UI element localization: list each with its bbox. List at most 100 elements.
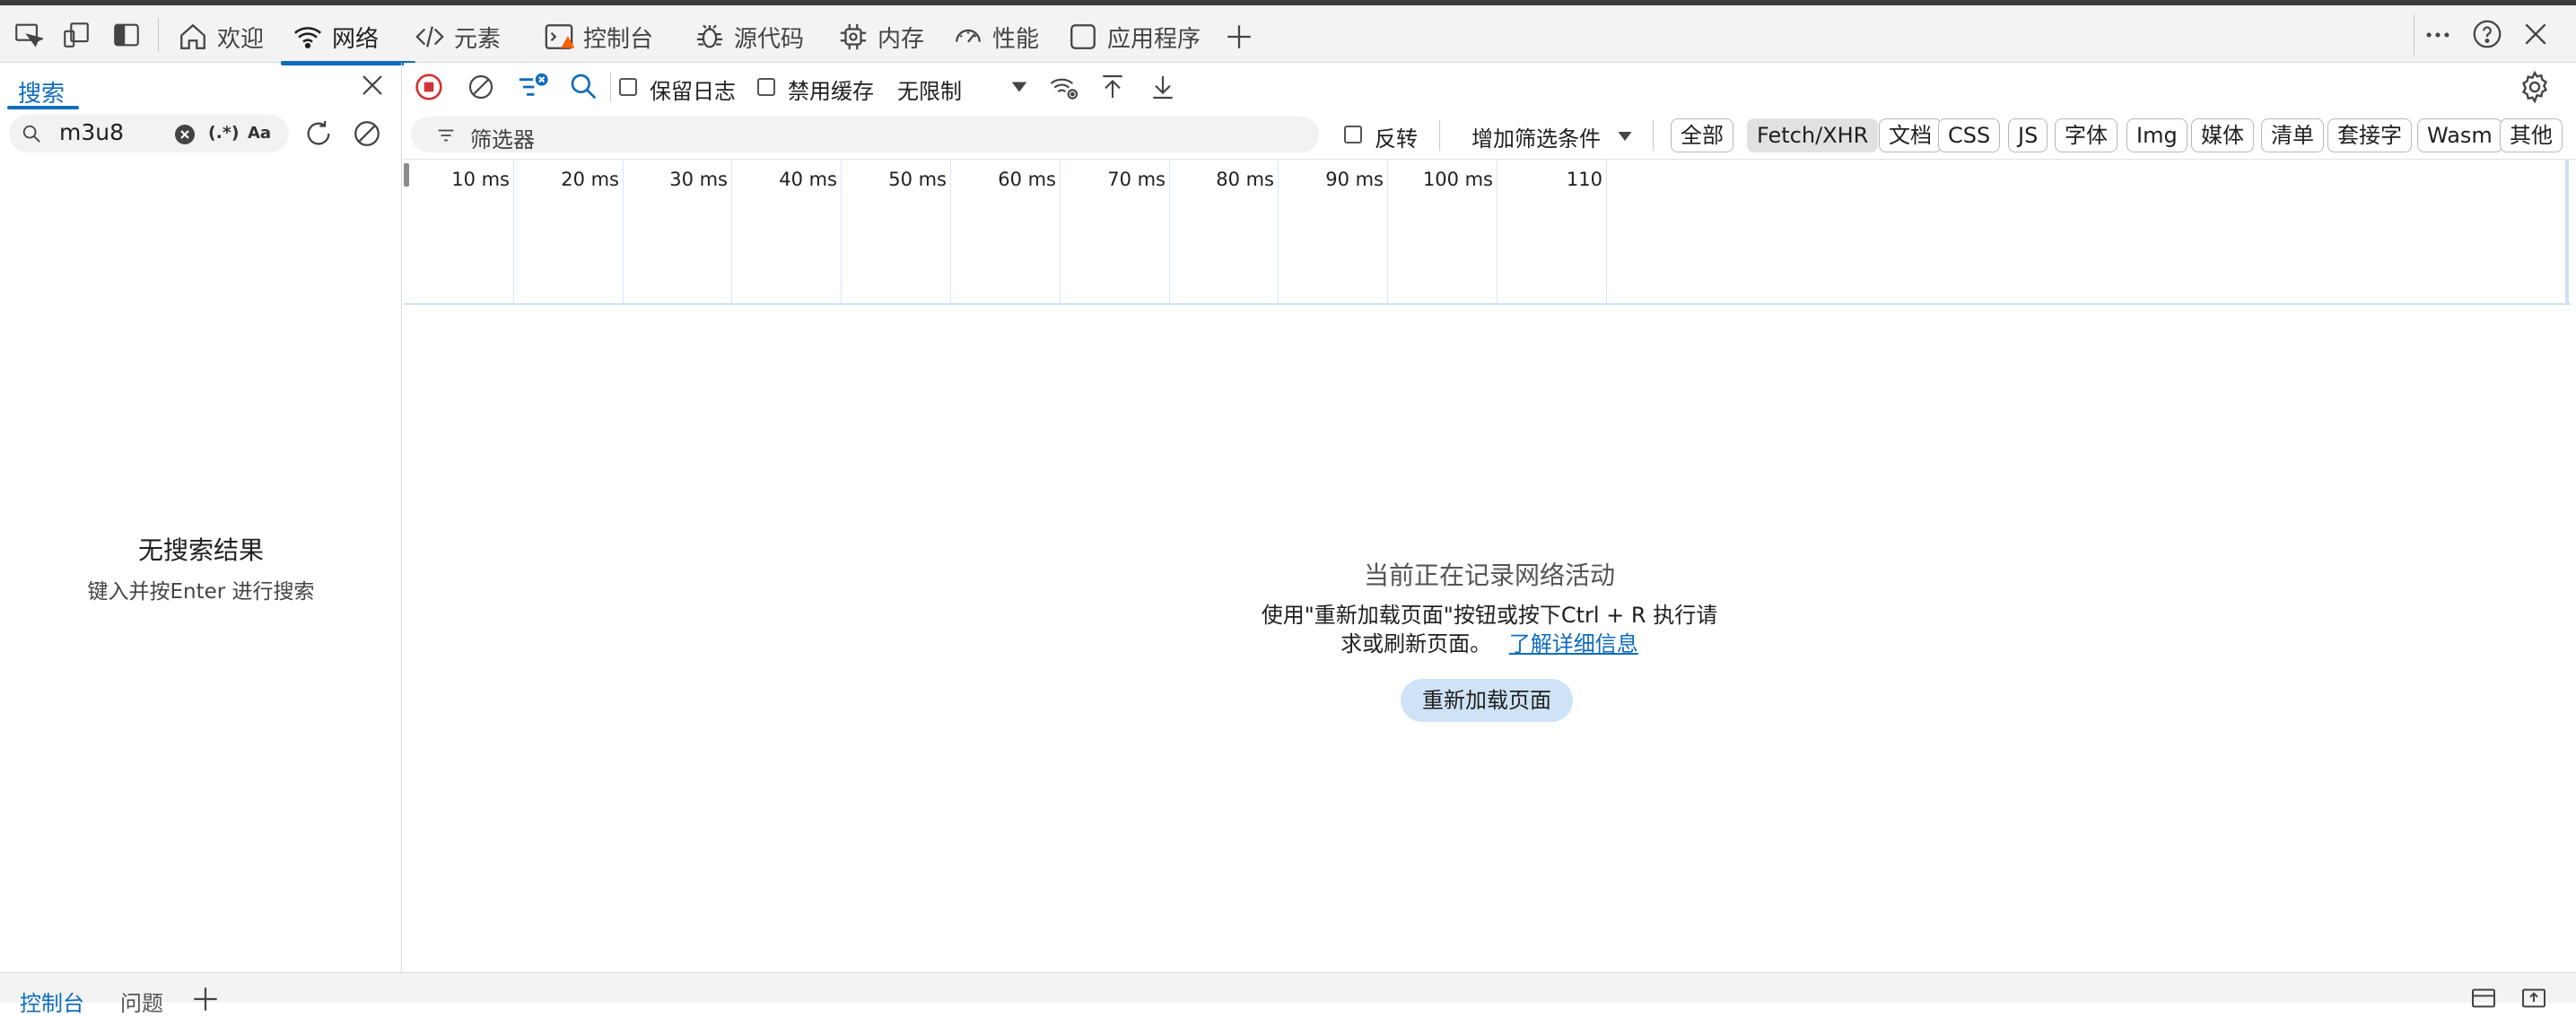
tab-welcome[interactable]: 欢迎 bbox=[178, 11, 264, 63]
filter-input[interactable]: 筛选器 bbox=[411, 117, 1319, 152]
network-toolbar: 保留日志 禁用缓存 无限制 bbox=[404, 63, 2576, 112]
timeline-tick-label: 30 ms bbox=[669, 169, 728, 190]
learn-more-link[interactable]: 了解详细信息 bbox=[1509, 631, 1638, 656]
filter-chip-doc[interactable]: 文档 bbox=[1879, 118, 1942, 152]
filter-chip-all[interactable]: 全部 bbox=[1671, 118, 1733, 152]
tab-performance[interactable]: 性能 bbox=[953, 11, 1039, 63]
timeline-gridline bbox=[841, 160, 842, 303]
regex-toggle[interactable]: (.*) bbox=[208, 123, 240, 143]
filter-chip-media[interactable]: 媒体 bbox=[2191, 118, 2254, 152]
timeline-gridline bbox=[1606, 160, 1607, 303]
timeline-tick-label: 20 ms bbox=[561, 169, 619, 190]
gauge-icon bbox=[953, 22, 983, 52]
tab-label: 控制台 bbox=[583, 25, 654, 53]
add-tab-icon[interactable] bbox=[1224, 22, 1254, 52]
timeline-gridline bbox=[513, 160, 514, 303]
chevron-down-icon[interactable] bbox=[1615, 127, 1635, 145]
timeline-tick-label: 50 ms bbox=[888, 169, 947, 190]
match-case-toggle[interactable]: Aa bbox=[248, 124, 271, 143]
search-input-box[interactable]: m3u8 (.*) Aa bbox=[9, 115, 289, 152]
close-search-icon[interactable] bbox=[359, 72, 386, 99]
disable-cache-checkbox[interactable] bbox=[757, 78, 775, 96]
filter-chip-js[interactable]: JS bbox=[2008, 118, 2048, 152]
timeline-tick-label: 110 bbox=[1566, 169, 1602, 190]
close-devtools-icon[interactable] bbox=[2521, 20, 2550, 48]
timeline-overview[interactable]: 10 ms 20 ms 30 ms 40 ms 50 ms 60 ms 70 ms 80 ms… bbox=[404, 160, 2571, 305]
no-results-title: 无搜索结果 bbox=[137, 535, 264, 565]
device-emulation-icon[interactable] bbox=[61, 20, 92, 50]
import-har-icon[interactable] bbox=[1098, 72, 1127, 102]
tab-label: 应用程序 bbox=[1107, 25, 1201, 53]
timeline-gridline bbox=[1060, 160, 1061, 303]
filter-chip-socket[interactable]: 套接字 bbox=[2327, 118, 2412, 152]
window-icon bbox=[1068, 22, 1098, 52]
help-icon[interactable] bbox=[2471, 18, 2503, 50]
record-stop-icon[interactable] bbox=[415, 73, 443, 101]
disable-cache-label: 禁用缓存 bbox=[788, 79, 874, 104]
search-network-icon[interactable] bbox=[569, 72, 598, 100]
bug-icon bbox=[694, 22, 725, 52]
tab-application[interactable]: 应用程序 bbox=[1068, 11, 1201, 63]
filter-chip-css[interactable]: CSS bbox=[1938, 118, 2001, 152]
timeline-handle-left[interactable] bbox=[404, 163, 409, 187]
devtools-tab-bar: 欢迎 网络 元素 控制台 源代码 内存 性能 应用程序 bbox=[0, 0, 2576, 65]
tab-network[interactable]: 网络 bbox=[293, 11, 379, 63]
filter-chip-manifest[interactable]: 清单 bbox=[2261, 118, 2324, 152]
inspect-element-icon[interactable] bbox=[13, 20, 43, 50]
clear-search-icon[interactable] bbox=[174, 124, 196, 145]
timeline-gridline bbox=[731, 160, 732, 303]
tab-sources[interactable]: 源代码 bbox=[694, 11, 804, 63]
tab-label: 内存 bbox=[878, 25, 925, 53]
timeline-gridline bbox=[1387, 160, 1388, 303]
more-options-icon[interactable] bbox=[2423, 20, 2453, 50]
tab-elements[interactable]: 元素 bbox=[415, 11, 501, 63]
timeline-gridline bbox=[1169, 160, 1170, 303]
filter-icon bbox=[436, 126, 456, 145]
filter-chip-fetch-xhr[interactable]: Fetch/XHR bbox=[1747, 118, 1879, 152]
tab-console[interactable]: 控制台 bbox=[544, 11, 653, 63]
tab-label: 源代码 bbox=[734, 25, 805, 53]
empty-state-title: 当前正在记录网络活动 bbox=[1363, 561, 1615, 590]
tab-label: 欢迎 bbox=[217, 25, 265, 53]
chip-icon bbox=[838, 22, 869, 52]
home-icon bbox=[178, 22, 208, 52]
throttling-select[interactable]: 无限制 bbox=[897, 70, 1014, 104]
divider bbox=[158, 18, 159, 52]
more-filters-dropdown[interactable]: 增加筛选条件 bbox=[1471, 121, 1601, 152]
filter-placeholder: 筛选器 bbox=[470, 127, 535, 152]
clear-log-icon[interactable] bbox=[467, 73, 495, 101]
drawer-dock-icon[interactable] bbox=[2469, 984, 2498, 1013]
add-drawer-tab-icon[interactable] bbox=[190, 984, 221, 1014]
search-panel-tab[interactable]: 搜索 bbox=[18, 75, 65, 109]
timeline-gridline bbox=[1497, 160, 1498, 303]
filter-chip-other[interactable]: 其他 bbox=[2500, 118, 2563, 152]
export-har-icon[interactable] bbox=[1148, 72, 1177, 102]
filter-chip-font[interactable]: 字体 bbox=[2055, 118, 2118, 152]
refresh-search-icon[interactable] bbox=[303, 118, 334, 149]
clear-results-icon[interactable] bbox=[352, 118, 382, 149]
timeline-handle-right[interactable] bbox=[2565, 160, 2569, 303]
filter-chip-img[interactable]: Img bbox=[2126, 118, 2187, 152]
chevron-down-icon[interactable] bbox=[1009, 77, 1030, 97]
empty-state-line2-text: 求或刷新页面。 bbox=[1340, 631, 1492, 656]
preserve-log-label: 保留日志 bbox=[650, 79, 736, 104]
invert-checkbox[interactable] bbox=[1344, 126, 1362, 143]
dock-sidebar-icon[interactable] bbox=[111, 20, 142, 50]
timeline-tick-label: 10 ms bbox=[451, 169, 510, 190]
wifi-icon bbox=[293, 22, 323, 52]
preserve-log-checkbox[interactable] bbox=[619, 78, 637, 96]
drawer-expand-icon[interactable] bbox=[2519, 984, 2548, 1013]
filter-chip-wasm[interactable]: Wasm bbox=[2417, 118, 2502, 152]
tab-memory[interactable]: 内存 bbox=[838, 11, 924, 63]
settings-gear-icon[interactable] bbox=[2518, 70, 2552, 104]
reload-page-button[interactable]: 重新加载页面 bbox=[1401, 679, 1573, 722]
network-conditions-icon[interactable] bbox=[1048, 73, 1080, 101]
tab-label: 网络 bbox=[332, 25, 380, 53]
filter-active-icon[interactable] bbox=[517, 72, 549, 102]
drawer-tab-bar: 控制台 问题 bbox=[0, 972, 2576, 1016]
search-query[interactable]: m3u8 bbox=[59, 119, 124, 145]
tab-label: 元素 bbox=[454, 25, 502, 53]
timeline-gridline bbox=[950, 160, 951, 303]
timeline-tick-label: 80 ms bbox=[1216, 169, 1274, 190]
search-tab-underline bbox=[7, 106, 79, 109]
